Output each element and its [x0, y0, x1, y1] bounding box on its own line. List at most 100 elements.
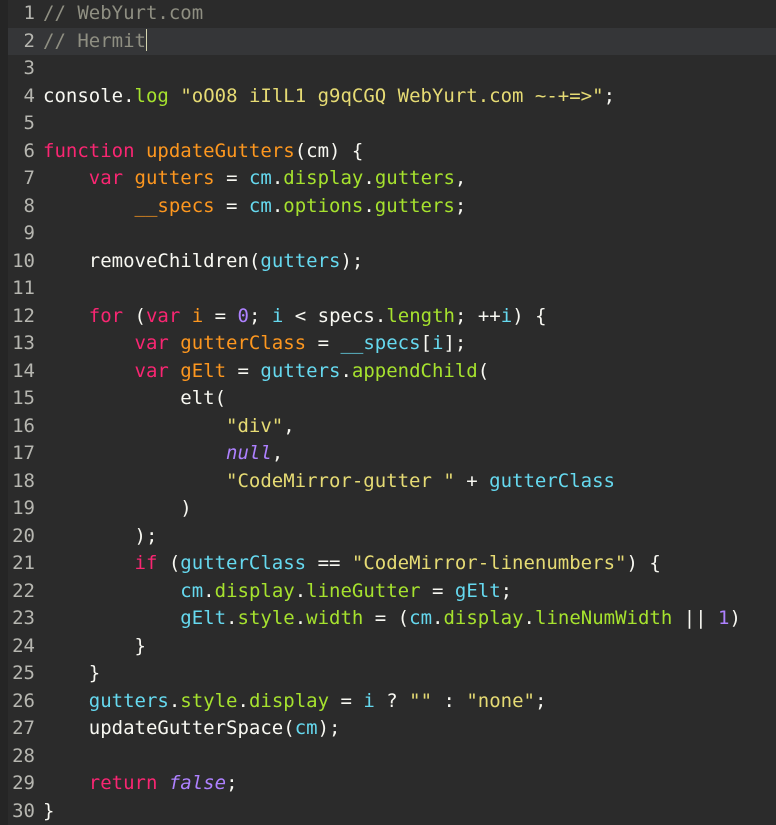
code-line-source[interactable]: ): [35, 495, 191, 523]
line-number: 8: [23, 194, 35, 217]
code-line-source[interactable]: }: [35, 798, 54, 825]
code-token: return: [88, 772, 158, 794]
code-line-source[interactable]: removeChildren(gutters);: [35, 248, 364, 276]
code-line-source[interactable]: "div",: [35, 413, 295, 441]
code-token: i: [191, 304, 204, 327]
code-line[interactable]: 26 gutters.style.display = i ? "" : "non…: [0, 688, 776, 716]
line-number: 27: [12, 717, 35, 739]
code-line-source[interactable]: // Hermit: [35, 28, 147, 56]
code-token: .: [168, 689, 181, 712]
line-number: 10: [12, 249, 35, 272]
text-cursor: [145, 28, 147, 51]
code-line[interactable]: 7 var gutters = cm.display.gutters,: [0, 165, 776, 193]
code-line-source[interactable]: if (gutterClass == "CodeMirror-linenumbe…: [35, 550, 661, 578]
code-line[interactable]: 13 var gutterClass = __specs[i];: [0, 330, 776, 358]
code-token: +: [454, 469, 490, 492]
code-line[interactable]: 29 return false;: [0, 770, 776, 798]
code-line-source[interactable]: for (var i = 0; i < specs.length; ++i) {: [35, 303, 547, 331]
code-line[interactable]: 8 __specs = cm.options.gutters;: [0, 193, 776, 221]
code-token: (: [294, 139, 307, 162]
code-token: gutterClass: [180, 552, 307, 574]
code-token: cm: [180, 579, 204, 602]
code-token: // Hermit: [43, 29, 146, 52]
code-line-source[interactable]: cm.display.lineGutter = gElt;: [35, 578, 512, 606]
code-lines-container[interactable]: 1 // WebYurt.com 2// Hermit 3 4 console.log "…: [0, 0, 776, 825]
code-line[interactable]: 16 "div",: [0, 413, 776, 441]
code-token: =: [214, 194, 249, 217]
code-line-source[interactable]: gElt.style.width = (cm.display.lineNumWi…: [35, 605, 741, 633]
code-line-source[interactable]: console.log "oO08 iIlL1 g9qCGQ WebYurt.c…: [35, 83, 615, 111]
code-line[interactable]: 1 // WebYurt.com: [0, 0, 776, 28]
code-line[interactable]: 12 for (var i = 0; i < specs.length; ++i…: [0, 303, 776, 331]
code-line-source[interactable]: __specs = cm.options.gutters;: [35, 193, 467, 221]
code-line[interactable]: 27 updateGutterSpace(cm);: [0, 715, 776, 743]
code-line-source[interactable]: function updateGutters(cm) {: [35, 138, 363, 166]
code-token: }: [88, 662, 101, 684]
code-line-source[interactable]: elt(: [35, 385, 226, 413]
code-line[interactable]: 21 if (gutterClass == "CodeMirror-linenu…: [0, 550, 776, 578]
code-line[interactable]: 25 }: [0, 660, 776, 688]
line-number: 1: [23, 2, 35, 24]
code-line[interactable]: 14 var gElt = gutters.appendChild(: [0, 358, 776, 386]
code-line-source[interactable]: updateGutterSpace(cm);: [35, 715, 341, 743]
code-line[interactable]: 19 ): [0, 495, 776, 523]
code-line[interactable]: 2 // Hermit: [0, 27, 776, 56]
code-token: var: [145, 304, 181, 327]
code-line[interactable]: 3: [0, 55, 776, 83]
code-line-source[interactable]: }: [35, 660, 100, 688]
code-token: ;: [603, 84, 616, 107]
code-editor[interactable]: 1 // WebYurt.com 2// Hermit 3 4 console.log "…: [0, 0, 776, 825]
code-token: ||: [672, 607, 719, 629]
code-line[interactable]: 30}: [0, 798, 776, 825]
code-token: ) {: [626, 552, 661, 574]
code-token: = (: [363, 607, 410, 629]
line-number: 28: [12, 744, 35, 767]
code-token: var: [88, 167, 124, 189]
code-line-source[interactable]: );: [35, 523, 158, 551]
code-line[interactable]: 24 }: [0, 633, 776, 661]
code-line-source[interactable]: var gElt = gutters.appendChild(: [35, 358, 490, 386]
code-token: ];: [443, 332, 467, 354]
code-token: removeChildren: [88, 249, 249, 272]
code-line[interactable]: 15 elt(: [0, 385, 776, 413]
code-line[interactable]: 5: [0, 110, 776, 138]
code-token: .: [226, 607, 238, 629]
code-token: display: [214, 579, 295, 602]
code-token: // WebYurt.com: [43, 2, 204, 24]
code-line-source[interactable]: // WebYurt.com: [35, 0, 203, 28]
code-token: ): [729, 607, 741, 629]
code-token: .: [271, 194, 284, 217]
code-line-source[interactable]: var gutters = cm.display.gutters,: [35, 165, 467, 193]
code-line-source[interactable]: var gutterClass = __specs[i];: [35, 330, 467, 358]
code-token: ;: [249, 304, 272, 327]
code-line[interactable]: 17 null,: [0, 440, 776, 468]
code-line[interactable]: 18 "CodeMirror-gutter " + gutterClass: [0, 468, 776, 496]
code-line[interactable]: 4 console.log "oO08 iIlL1 g9qCGQ WebYurt.…: [0, 83, 776, 111]
code-token: ?: [374, 689, 410, 712]
code-token: ;: [535, 689, 547, 712]
code-token: (: [123, 304, 146, 327]
code-line-source[interactable]: "CodeMirror-gutter " + gutterClass: [35, 468, 615, 496]
code-line[interactable]: 9: [0, 220, 776, 248]
code-token: options: [283, 194, 364, 217]
code-line[interactable]: 10 removeChildren(gutters);: [0, 248, 776, 276]
code-line[interactable]: 20 );: [0, 523, 776, 551]
code-line-source[interactable]: gutters.style.display = i ? "" : "none";: [35, 688, 547, 716]
code-line[interactable]: 23 gElt.style.width = (cm.display.lineNu…: [0, 605, 776, 633]
code-line[interactable]: 11: [0, 275, 776, 303]
code-line-source[interactable]: null,: [35, 440, 283, 468]
code-line[interactable]: 28: [0, 743, 776, 771]
code-token: =: [420, 579, 455, 602]
code-line[interactable]: 6 function updateGutters(cm) {: [0, 138, 776, 166]
code-line-source[interactable]: }: [35, 633, 146, 661]
code-line[interactable]: 22 cm.display.lineGutter = gElt;: [0, 578, 776, 606]
code-token: gutters: [88, 689, 169, 712]
code-token: null: [226, 442, 272, 464]
code-line-source[interactable]: return false;: [35, 770, 238, 798]
